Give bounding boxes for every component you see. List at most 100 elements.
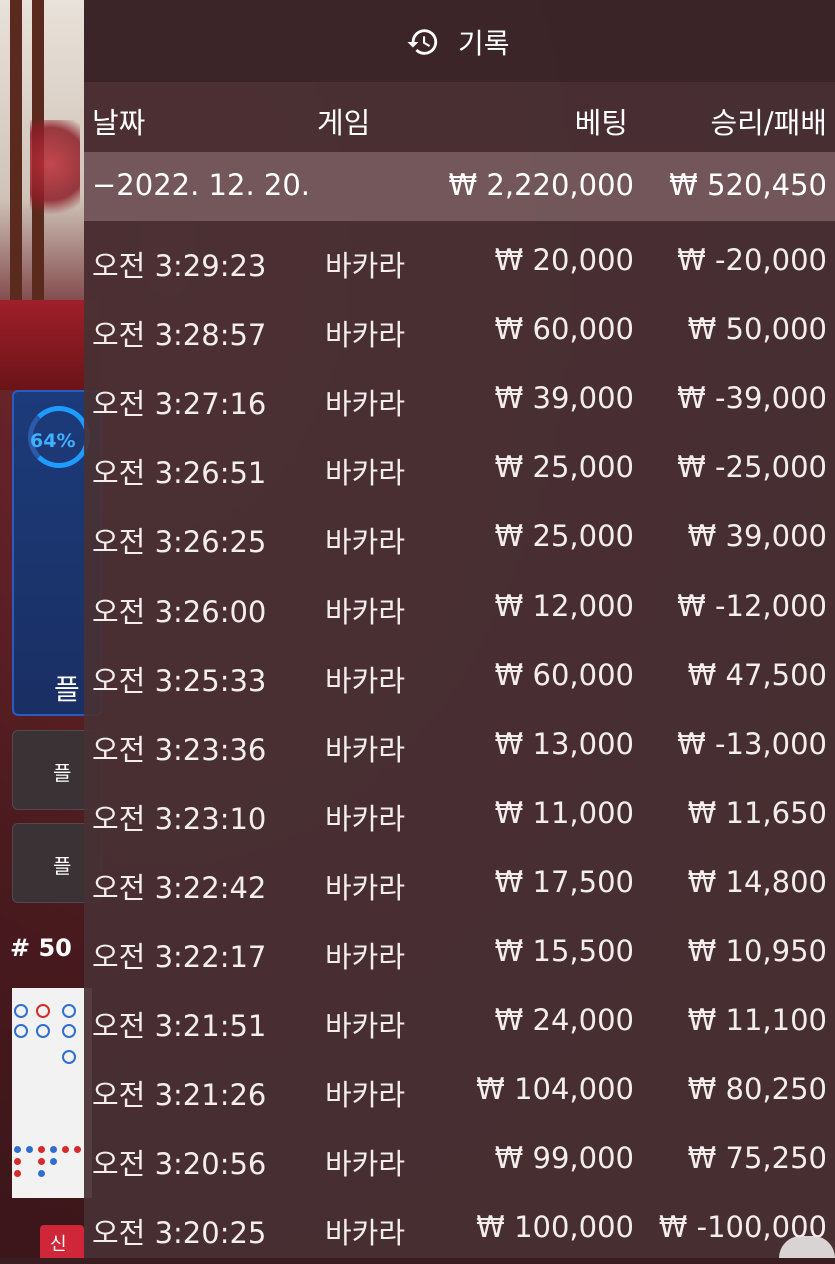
row-game: 바카라 [325, 387, 406, 422]
history-row[interactable]: 오전 3:27:16 바카라 ₩ 39,000 ₩ -39,000 [84, 366, 835, 435]
row-time: 오전 3:28:57 [92, 318, 267, 353]
roadmap-dot [38, 1158, 45, 1165]
history-row[interactable]: 오전 3:26:51 바카라 ₩ 25,000 ₩ -25,000 [84, 435, 835, 504]
row-game: 바카라 [325, 1078, 406, 1113]
row-bet: ₩ 11,000 [494, 795, 634, 830]
row-game: 바카라 [325, 801, 406, 836]
history-icon [407, 29, 438, 55]
history-row[interactable]: 오전 3:23:10 바카라 ₩ 11,000 ₩ 11,650 [84, 781, 835, 850]
date-summary-row[interactable]: −2022. 12. 20. ₩ 2,220,000 ₩ 520,450 [84, 152, 835, 221]
row-time: 오전 3:26:25 [92, 525, 267, 560]
row-bet: ₩ 104,000 [476, 1072, 634, 1107]
history-row[interactable]: 오전 3:20:56 바카라 ₩ 99,000 ₩ 75,250 [84, 1126, 835, 1195]
history-header: 기록 [84, 0, 835, 82]
roadmap-cell [62, 1024, 76, 1038]
row-result: ₩ -12,000 [677, 588, 827, 623]
row-time: 오전 3:27:16 [92, 387, 267, 422]
roadmap-dot [62, 1146, 69, 1153]
history-row[interactable]: 오전 3:25:33 바카라 ₩ 60,000 ₩ 47,500 [84, 643, 835, 712]
roadmap-dot [14, 1158, 21, 1165]
row-result: ₩ -25,000 [677, 450, 827, 485]
row-game: 바카라 [325, 594, 406, 629]
row-bet: ₩ 13,000 [494, 726, 634, 761]
history-row[interactable]: 오전 3:28:57 바카라 ₩ 60,000 ₩ 50,000 [84, 297, 835, 366]
row-bet: ₩ 25,000 [494, 450, 634, 485]
background-flowers [30, 120, 80, 230]
column-header-date: 날짜 [92, 106, 146, 140]
progress-percent-label: 64% [30, 430, 76, 452]
history-row[interactable]: 오전 3:21:51 바카라 ₩ 24,000 ₩ 11,100 [84, 988, 835, 1057]
summary-bet: ₩ 2,220,000 [448, 168, 634, 202]
row-time: 오전 3:23:36 [92, 732, 267, 767]
row-game: 바카라 [325, 1009, 406, 1044]
new-tag: 신 [40, 1225, 84, 1258]
history-row[interactable]: 오전 3:23:36 바카라 ₩ 13,000 ₩ -13,000 [84, 712, 835, 781]
roadmap-dot [14, 1170, 21, 1177]
row-game: 바카라 [325, 940, 406, 974]
row-game: 바카라 [325, 249, 406, 283]
row-time: 오전 3:25:33 [92, 663, 267, 698]
row-time: 오전 3:21:26 [92, 1078, 267, 1113]
history-row[interactable]: 오전 3:29:23 바카라 ₩ 20,000 ₩ -20,000 [84, 228, 835, 297]
new-tag-label: 신 [50, 1234, 67, 1255]
row-bet: ₩ 20,000 [494, 243, 634, 277]
row-time: 오전 3:26:00 [92, 594, 267, 629]
row-game: 바카라 [325, 870, 406, 905]
roadmap-dot [38, 1170, 45, 1177]
row-time: 오전 3:29:23 [92, 249, 267, 283]
summary-result: ₩ 520,450 [669, 168, 827, 202]
roadmap-cell [36, 1004, 50, 1018]
history-row[interactable]: 오전 3:20:25 바카라 ₩ 100,000 ₩ -100,000 [84, 1195, 835, 1264]
row-result: ₩ 11,650 [687, 795, 827, 830]
roadmap-dot [26, 1146, 33, 1153]
roadmap-cell [14, 1024, 28, 1038]
history-row[interactable]: 오전 3:22:42 바카라 ₩ 17,500 ₩ 14,800 [84, 850, 835, 919]
row-result: ₩ 80,250 [687, 1072, 827, 1107]
round-number: # 50 [10, 934, 72, 962]
row-bet: ₩ 100,000 [476, 1210, 634, 1245]
roadmap-cell [14, 1004, 28, 1018]
row-result: ₩ -13,000 [677, 726, 827, 761]
history-row[interactable]: 오전 3:21:26 바카라 ₩ 104,000 ₩ 80,250 [84, 1057, 835, 1126]
row-game: 바카라 [325, 1147, 406, 1182]
row-result: ₩ 11,100 [687, 1003, 827, 1038]
row-result: ₩ 47,500 [687, 657, 827, 692]
row-result: ₩ 14,800 [687, 864, 827, 899]
row-time: 오전 3:22:42 [92, 870, 267, 905]
row-result: ₩ -39,000 [677, 381, 827, 416]
row-game: 바카라 [325, 525, 406, 560]
roadmap-cell [36, 1024, 50, 1038]
row-result: ₩ 39,000 [687, 519, 827, 554]
player-bonus-button-label: 플 [53, 854, 72, 878]
roadmap-dot [38, 1146, 45, 1153]
row-time: 오전 3:22:17 [92, 940, 267, 974]
roadmap-dot [74, 1146, 81, 1153]
row-game: 바카라 [325, 732, 406, 767]
column-header-game: 게임 [317, 106, 371, 140]
roadmap-dot [50, 1146, 57, 1153]
row-time: 오전 3:21:51 [92, 1009, 267, 1044]
row-bet: ₩ 17,500 [494, 864, 634, 899]
row-bet: ₩ 39,000 [494, 381, 634, 416]
row-bet: ₩ 15,500 [494, 934, 634, 968]
column-header-bet: 베팅 [574, 106, 628, 140]
history-row[interactable]: 오전 3:26:25 바카라 ₩ 25,000 ₩ 39,000 [84, 504, 835, 573]
history-panel: 기록 날짜 게임 베팅 승리/패배 −2022. 12. 20. ₩ 2,220… [84, 0, 835, 1258]
row-time: 오전 3:20:56 [92, 1147, 267, 1182]
column-header-result: 승리/패배 [710, 106, 828, 140]
row-time: 오전 3:23:10 [92, 801, 267, 836]
roadmap[interactable] [12, 988, 92, 1198]
row-time: 오전 3:20:25 [92, 1216, 267, 1251]
row-game: 바카라 [325, 663, 406, 698]
row-result: ₩ -20,000 [677, 243, 827, 277]
history-row[interactable]: 오전 3:26:00 바카라 ₩ 12,000 ₩ -12,000 [84, 574, 835, 643]
row-time: 오전 3:26:51 [92, 456, 267, 491]
row-bet: ₩ 60,000 [494, 657, 634, 692]
row-game: 바카라 [325, 318, 406, 353]
summary-date: −2022. 12. 20. [92, 168, 310, 202]
roadmap-dot [50, 1158, 57, 1165]
history-title-group: 기록 [406, 20, 510, 64]
history-title: 기록 [458, 27, 510, 60]
history-row[interactable]: 오전 3:22:17 바카라 ₩ 15,500 ₩ 10,950 [84, 919, 835, 988]
row-game: 바카라 [325, 1216, 406, 1251]
